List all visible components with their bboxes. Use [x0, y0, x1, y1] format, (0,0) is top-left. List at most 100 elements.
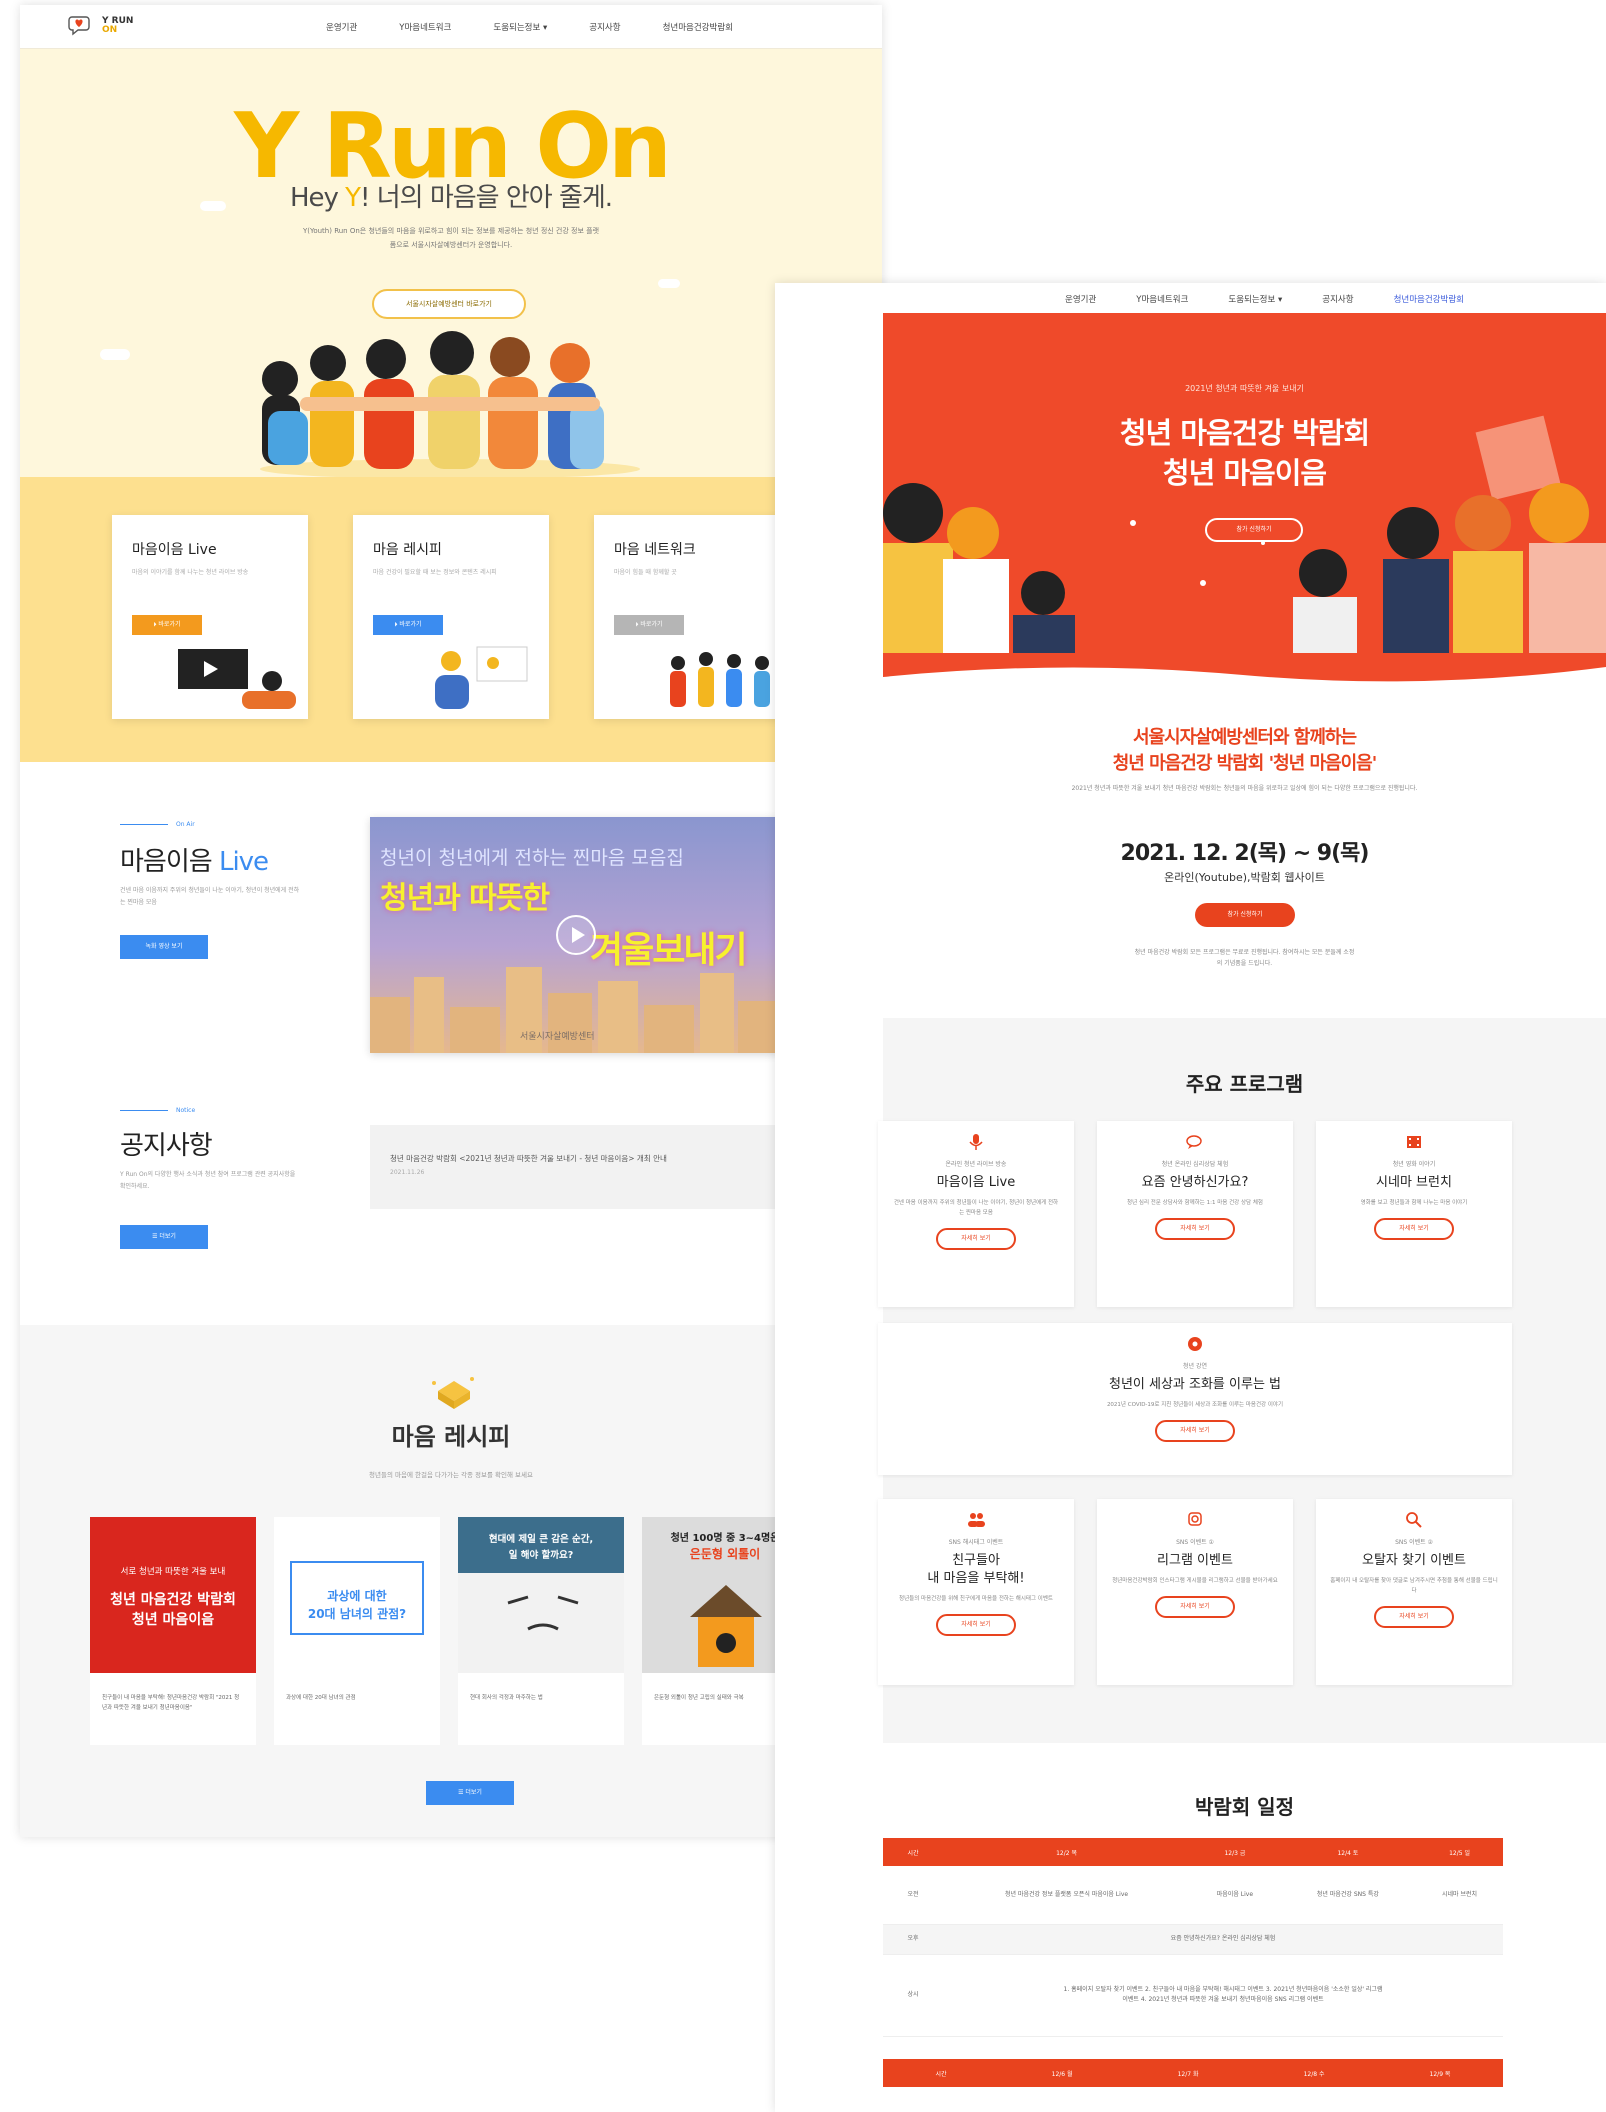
nav-link-info[interactable]: 도움되는정보 ▾: [493, 21, 547, 33]
recipe-card-caption: 친구들이 내 마음을 부탁해! 청년마음건강 박람회 "2021 청년과 따뜻한…: [102, 1695, 240, 1711]
notice-more-button[interactable]: ☰ 더보기: [120, 1225, 208, 1249]
card-title: 마음 네트워크: [614, 542, 696, 558]
program-description: 홈페이지 내 오탈자를 찾아 댓글로 남겨주시면 추첨을 통해 선물을 드립니다: [1330, 1578, 1498, 1594]
logo-heart-icon: [68, 16, 90, 36]
recipe-card[interactable]: 과상에 대한 20대 남녀의 관점? 과상에 대한 20대 남녀의 관점: [274, 1517, 440, 1745]
nav-link-info[interactable]: 도움되는정보 ▾: [1228, 293, 1282, 305]
intro-line-1: 서울시자살예방센터와 함께하는: [1132, 727, 1357, 748]
program-title: 친구들아 내 마음을 부탁해!: [927, 1553, 1025, 1586]
program-detail-button[interactable]: 자세히 보기: [1155, 1420, 1235, 1442]
card-maeumieum-live[interactable]: 마음이음 Live 마음의 이야기를 함께 나누는 청년 라이브 방송 ⏵ 바로…: [112, 515, 308, 719]
program-subtitle: SNS 이벤트 ①: [1176, 1539, 1214, 1546]
card-description: 마음 건강이 필요할 때 보는 정보와 콘텐츠 레시피: [373, 569, 497, 576]
card-go-button[interactable]: ⏵ 바로가기: [132, 615, 202, 635]
laptop-illustration: [178, 649, 296, 709]
schedule-header-row: 시간 12/2 목 12/3 금 12/4 토 12/5 일: [883, 1838, 1503, 1866]
mic-icon: [969, 1134, 983, 1150]
intro-line-2: 청년 마음건강 박람회 '청년 마음이음': [1112, 753, 1378, 774]
intro-note: 청년 마음건강 박람회 모든 프로그램은 무료로 진행됩니다. 참여하시는 모든…: [1134, 949, 1355, 967]
program-detail-button[interactable]: 자세히 보기: [936, 1228, 1016, 1250]
logo-text: Y RUN ON: [102, 16, 134, 35]
people-icon: [968, 1513, 985, 1527]
apply-button[interactable]: 참가 신청하기: [1195, 903, 1295, 927]
video-caption-top: 청년이 청년에게 전하는 찐마음 모음집: [380, 847, 684, 869]
nav-link-fair[interactable]: 청년마음건강박람회: [663, 21, 733, 33]
program-detail-button[interactable]: 자세히 보기: [936, 1614, 1016, 1636]
recipe-illustration: [435, 646, 528, 709]
recipe-card-image: 서로 청년과 따뜻한 겨울 보내 청년 마음건강 박람회 청년 마음이음: [90, 1517, 256, 1673]
live-section-title: 마음이음 Live: [120, 847, 269, 877]
nav-links: 운영기관 Y마음네트워크 도움되는정보 ▾ 공지사항 청년마음건강박람회: [1065, 293, 1464, 305]
recipe-card-image: 현대에 제일 큰 감은 순간, 일 해야 할까요?: [458, 1517, 624, 1673]
hero-apply-button[interactable]: 참가 신청하기: [1205, 518, 1303, 542]
program-description: 2021년 COVID-19로 지친 청년들이 세상과 조화를 이루는 마음건강…: [1106, 1402, 1284, 1408]
program-card-wide: 청년 강연 청년이 세상과 조화를 이루는 법 2021년 COVID-19로 …: [878, 1323, 1512, 1475]
card-description: 마음이 힘들 때 함께할 곳: [614, 569, 677, 576]
live-section-tag: On Air: [120, 821, 195, 828]
fair-hero-small: 2021년 청년과 따뜻한 겨울 보내기: [1185, 384, 1304, 393]
program-subtitle: 청년 온라인 심리상담 체험: [1161, 1161, 1229, 1168]
nav-link-operator[interactable]: 운영기관: [1065, 293, 1096, 305]
recorded-video-button[interactable]: 녹화 영상 보기: [120, 935, 208, 959]
live-video-thumbnail[interactable]: 청년이 청년에게 전하는 찐마음 모음집 청년과 따뜻한 겨울보내기 서울시자살…: [370, 817, 782, 1053]
program-detail-button[interactable]: 자세히 보기: [1374, 1606, 1454, 1628]
nav-link-fair[interactable]: 청년마음건강박람회: [1394, 293, 1464, 305]
program-detail-button[interactable]: 자세히 보기: [1374, 1218, 1454, 1240]
notice-section-tag: Notice: [120, 1107, 195, 1114]
nav-link-operator[interactable]: 운영기관: [326, 21, 357, 33]
recipe-card-caption: 현대 회사의 걱정과 마주하는 법: [470, 1695, 543, 1701]
recipe-section-desc: 청년들의 마음에 한걸음 다가가는 각종 정보를 확인해 보세요: [369, 1471, 533, 1479]
recipe-badge-icon: [432, 1377, 474, 1409]
schedule-table: 시간 12/2 목 12/3 금 12/4 토 12/5 일 오전 청년 마음건…: [883, 1838, 1503, 2037]
video-headline-1: 청년과 따뜻한: [380, 881, 550, 916]
hero-section: Y Run On Hey Y! 너의 마음을 안아 줄게. Y(Youth) R…: [20, 49, 882, 479]
nav-link-network[interactable]: Y마음네트워크: [1136, 293, 1188, 305]
hero-description: Y(Youth) Run On은 청년들의 마음을 위로하고 힘이 되는 정보를…: [302, 227, 600, 249]
program-subtitle: 청년 영화 이야기: [1392, 1161, 1436, 1168]
program-detail-button[interactable]: 자세히 보기: [1155, 1596, 1235, 1618]
fair-hero-title: 청년 마음건강 박람회 청년 마음이음: [1119, 416, 1370, 490]
fair-hero: 2021년 청년과 따뜻한 겨울 보내기 청년 마음건강 박람회 청년 마음이음 …: [883, 313, 1606, 693]
table-row: 상시 1. 홈페이지 오탈자 찾기 이벤트 2. 친구들아 내 마음을 부탁해!…: [883, 1954, 1503, 2037]
program-card: 온라인 청년 라이브 방송 마음이음 Live 건넨 마음 이음까지 주위의 청…: [878, 1121, 1074, 1307]
live-section-desc: 건넨 마음 이음까지 주위의 청년들이 나눈 이야기, 청년이 청년에게 전하는…: [120, 887, 300, 906]
notice-item[interactable]: 청년 마음건강 박람회 <2021년 청년과 따뜻한 겨울 보내기 - 청년 마…: [370, 1125, 782, 1209]
intro-description: 2021년 청년과 따뜻한 겨울 보내기 청년 마음건강 박람회는 청년들의 마…: [1071, 785, 1418, 792]
nav-link-network[interactable]: Y마음네트워크: [399, 21, 451, 33]
video-headline-2: 겨울보내기: [590, 930, 748, 971]
card-go-button[interactable]: ⏵ 바로가기: [373, 615, 443, 635]
nav-link-notice[interactable]: 공지사항: [589, 21, 620, 33]
recipe-more-button[interactable]: ☰ 더보기: [426, 1781, 514, 1805]
program-title: 시네마 브런치: [1376, 1175, 1452, 1190]
program-description: 청년마음건강박람회 인스타그램 게시물을 리그램하고 선물을 받아가세요: [1112, 1578, 1278, 1584]
friends-group-illustration: [260, 331, 640, 479]
table-row: 오전 청년 마음건강 정보 플랫폼 오픈식 마음이음 Live 마음이음 Liv…: [883, 1866, 1503, 1925]
program-title: 마음이음 Live: [936, 1175, 1016, 1190]
recipe-card[interactable]: 서로 청년과 따뜻한 겨울 보내 청년 마음건강 박람회 청년 마음이음 친구들…: [90, 1517, 256, 1745]
card-maeum-recipe[interactable]: 마음 레시피 마음 건강이 필요할 때 보는 정보와 콘텐츠 레시피 ⏵ 바로가…: [353, 515, 549, 719]
recipe-card[interactable]: 현대에 제일 큰 감은 순간, 일 해야 할까요? 현대 회사의 걱정과 마주하…: [458, 1517, 624, 1745]
chat-icon: [1186, 1135, 1202, 1149]
mental-health-fair-page: 운영기관 Y마음네트워크 도움되는정보 ▾ 공지사항 청년마음건강박람회 202…: [775, 283, 1606, 2112]
card-maeum-network[interactable]: 마음 네트워크 마음이 힘들 때 함께할 곳 ⏵ 바로가기: [594, 515, 790, 719]
center-link-button[interactable]: 서울시자살예방센터 바로가기: [372, 289, 526, 319]
schedule-header-row-2: 시간 12/6 월 12/7 화 12/8 수 12/9 목: [883, 2059, 1503, 2087]
nav-link-notice[interactable]: 공지사항: [1322, 293, 1353, 305]
card-go-button[interactable]: ⏵ 바로가기: [614, 615, 684, 635]
program-detail-button[interactable]: 자세히 보기: [1155, 1218, 1235, 1240]
program-card: 청년 영화 이야기 시네마 브런치 영화를 보고 청년들과 함께 나누는 마음 …: [1316, 1121, 1512, 1307]
recipe-card-caption: 과상에 대한 20대 남녀의 관점: [286, 1695, 356, 1701]
program-description: 건넨 마음 이음까지 주위의 청년들이 나눈 이야기, 청년이 청년에게 전하는…: [893, 1200, 1059, 1216]
play-button-icon[interactable]: [556, 915, 596, 955]
program-card: SNS 해시태그 이벤트 친구들아 내 마음을 부탁해! 청년들의 마음건강을 위…: [878, 1499, 1074, 1685]
cloud-decoration: [658, 279, 680, 288]
program-description: 청년들의 마음건강을 위해 친구에게 마음을 전하는 해시태그 이벤트: [899, 1596, 1053, 1602]
program-card: SNS 이벤트 ② 오탈자 찾기 이벤트 홈페이지 내 오탈자를 찾아 댓글로 …: [1316, 1499, 1512, 1685]
search-icon: [1406, 1512, 1422, 1528]
network-illustration: [670, 652, 770, 707]
hero-wave: [883, 667, 1606, 693]
program-description: 청년 심리 전문 상담사와 함께하는 1:1 마음 건강 상담 체험: [1127, 1200, 1263, 1206]
site-logo[interactable]: Y RUN ON: [68, 13, 133, 39]
program-title: 청년이 세상과 조화를 이루는 법: [1108, 1377, 1281, 1392]
program-title: 요즘 안녕하신가요?: [1141, 1175, 1249, 1190]
